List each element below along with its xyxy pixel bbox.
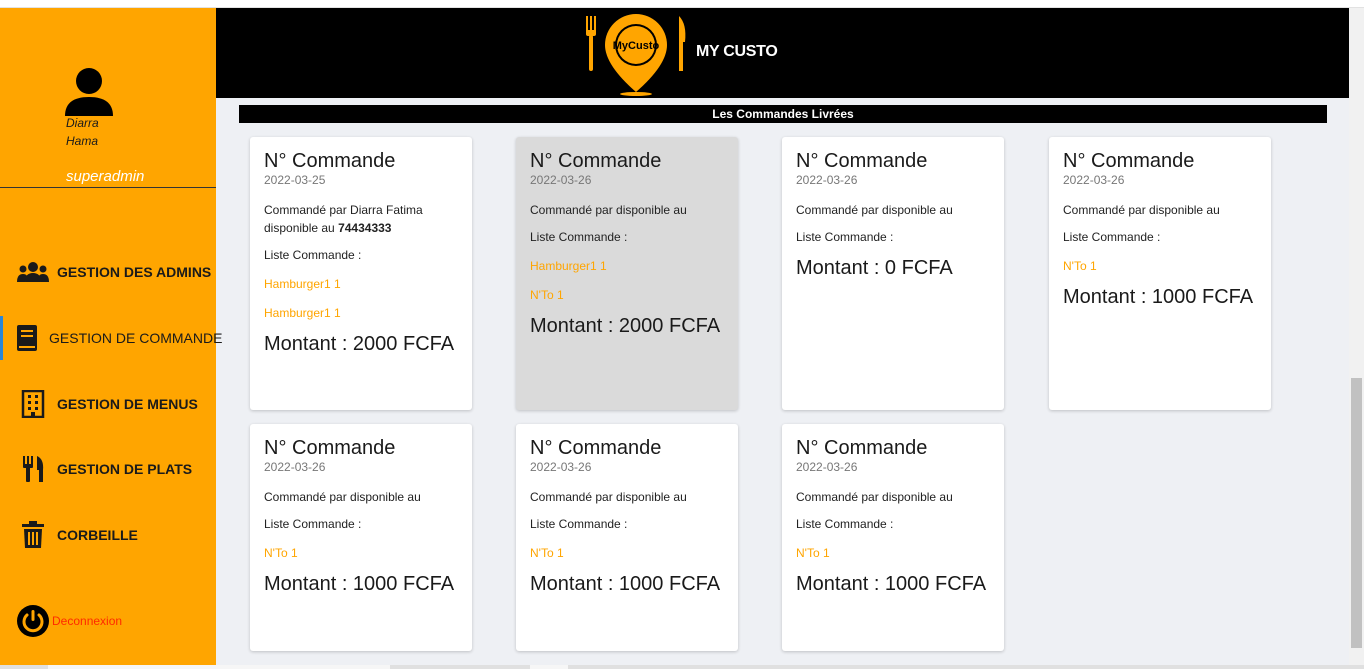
- user-first-name: Diarra: [66, 116, 99, 130]
- card-list-label: Liste Commande :: [530, 230, 628, 244]
- card-date: 2022-03-26: [264, 460, 326, 474]
- card-item: N'To 1: [530, 546, 564, 560]
- card-date: 2022-03-26: [796, 460, 858, 474]
- card-phone: 74434333: [338, 221, 392, 235]
- order-card[interactable]: N° Commande 2022-03-26 Commandé par disp…: [1049, 137, 1271, 410]
- power-icon: [17, 605, 49, 637]
- utensils-icon: [16, 454, 50, 484]
- nav-label-commande: GESTION DE COMMANDE: [49, 330, 223, 346]
- card-amount: Montant : 2000 FCFA: [264, 333, 455, 355]
- browser-top-strip: [0, 0, 1364, 8]
- card-list-label: Liste Commande :: [264, 517, 362, 531]
- card-amount: Montant : 1000 FCFA: [530, 573, 721, 595]
- card-date: 2022-03-26: [796, 173, 858, 187]
- card-ordered-by: Commandé par disponible au: [530, 203, 687, 217]
- card-item: Hamburger1 1: [264, 306, 341, 320]
- order-card[interactable]: N° Commande 2022-03-26 Commandé par disp…: [782, 424, 1004, 651]
- card-list-label: Liste Commande :: [796, 230, 894, 244]
- card-item: Hamburger1 1: [530, 259, 607, 273]
- card-amount: Montant : 1000 FCFA: [264, 573, 455, 595]
- user-role: superadmin: [66, 168, 145, 185]
- card-item: N'To 1: [796, 546, 830, 560]
- card-date: 2022-03-25: [264, 173, 326, 187]
- order-card[interactable]: N° Commande 2022-03-26 Commandé par disp…: [250, 424, 472, 651]
- nav-item-corbeille[interactable]: CORBEILLE: [0, 513, 216, 557]
- card-ordered-by: Commandé par disponible au: [1063, 203, 1220, 217]
- card-list-label: Liste Commande :: [796, 517, 894, 531]
- nav-label-plats: GESTION DE PLATS: [57, 461, 193, 477]
- card-date: 2022-03-26: [530, 173, 592, 187]
- card-list-label: Liste Commande :: [264, 248, 362, 262]
- card-title: N° Commande: [1063, 150, 1195, 172]
- vertical-scrollbar[interactable]: [1349, 8, 1364, 665]
- card-amount: Montant : 1000 FCFA: [796, 573, 987, 595]
- card-ordered-by: Commandé par disponible au: [264, 490, 421, 504]
- card-amount: Montant : 2000 FCFA: [530, 315, 721, 337]
- order-card[interactable]: N° Commande 2022-03-26 Commandé par disp…: [516, 137, 738, 410]
- order-card[interactable]: N° Commande 2022-03-26 Commandé par disp…: [782, 137, 1004, 410]
- card-list-label: Liste Commande :: [1063, 230, 1161, 244]
- users-icon: [16, 257, 50, 287]
- card-item: N'To 1: [530, 288, 564, 302]
- card-ordered-by: Commandé par Diarra Fatima disponible au…: [264, 203, 423, 235]
- nav-item-commande[interactable]: GESTION DE COMMANDE: [0, 316, 222, 360]
- card-item: N'To 1: [264, 546, 298, 560]
- nav-item-menus[interactable]: GESTION DE MENUS: [0, 382, 216, 426]
- nav-label-menus: GESTION DE MENUS: [57, 396, 198, 412]
- logout-label: Deconnexion: [52, 614, 123, 628]
- card-amount: Montant : 1000 FCFA: [1063, 286, 1254, 308]
- trash-icon: [16, 520, 50, 550]
- card-ordered-by: Commandé par disponible au: [796, 490, 953, 504]
- card-item: N'To 1: [1063, 259, 1097, 273]
- nav-item-plats[interactable]: GESTION DE PLATS: [0, 447, 216, 491]
- card-title: N° Commande: [530, 437, 662, 459]
- scrollbar-segment: [48, 665, 390, 669]
- sidebar: Diarra Hama superadmin GESTION DES ADMIN…: [0, 8, 222, 665]
- mycusto-logo: MyCusto: [586, 14, 686, 96]
- user-avatar-icon: [65, 68, 113, 116]
- building-icon: [16, 389, 50, 419]
- card-ordered-by: Commandé par disponible au: [530, 490, 687, 504]
- card-list-label: Liste Commande :: [530, 517, 628, 531]
- nav-item-admins[interactable]: GESTION DES ADMINS: [0, 250, 216, 294]
- horizontal-scrollbar[interactable]: [0, 665, 1364, 669]
- card-date: 2022-03-26: [530, 460, 592, 474]
- scrollbar-thumb[interactable]: [1351, 378, 1362, 648]
- card-title: N° Commande: [264, 150, 396, 172]
- header: MyCusto MY CUSTO: [216, 8, 1349, 98]
- order-card[interactable]: N° Commande 2022-03-25 Commandé par Diar…: [250, 137, 472, 410]
- card-item: Hamburger1 1: [264, 277, 341, 291]
- order-card[interactable]: N° Commande 2022-03-26 Commandé par disp…: [516, 424, 738, 651]
- logout-button[interactable]: Deconnexion: [16, 604, 122, 638]
- card-amount: Montant : 0 FCFA: [796, 257, 953, 279]
- card-title: N° Commande: [530, 150, 662, 172]
- scrollbar-segment: [530, 665, 568, 669]
- nav-label-corbeille: CORBEILLE: [57, 527, 138, 543]
- card-title: N° Commande: [264, 437, 396, 459]
- card-title: N° Commande: [796, 150, 928, 172]
- card-title: N° Commande: [796, 437, 928, 459]
- card-date: 2022-03-26: [1063, 173, 1125, 187]
- user-last-name: Hama: [66, 134, 99, 148]
- book-icon: [14, 323, 40, 353]
- logo-text: MyCusto: [613, 40, 660, 52]
- nav-label-admins: GESTION DES ADMINS: [57, 264, 212, 280]
- card-ordered-by: Commandé par disponible au: [796, 203, 953, 217]
- section-title: Les Commandes Livrées: [239, 105, 1327, 123]
- sidebar-divider: [0, 187, 216, 188]
- brand-name: MY CUSTO: [696, 43, 778, 60]
